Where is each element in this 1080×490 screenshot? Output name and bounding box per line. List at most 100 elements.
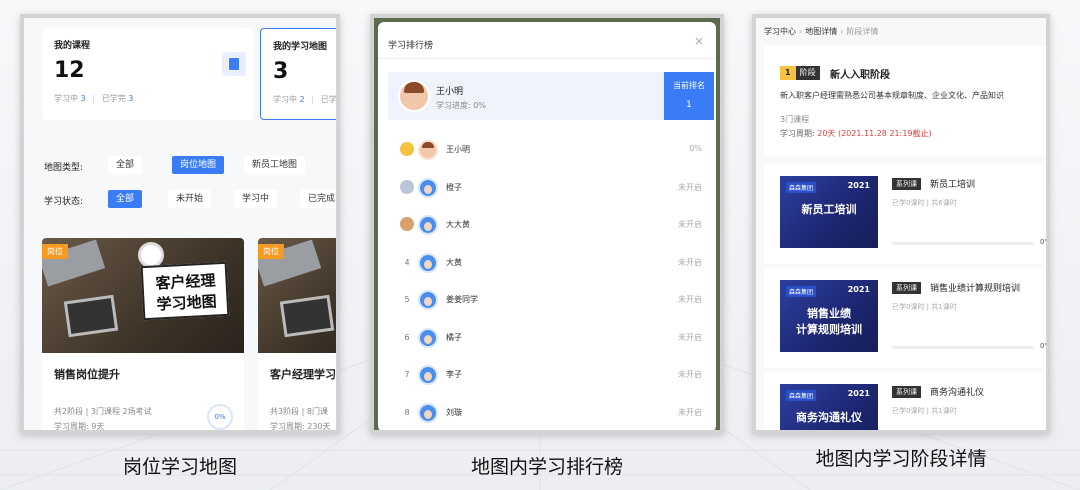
in-progress-count: 3 — [80, 94, 86, 103]
stage-info: 1 阶段 新人入职阶段 新入职客户经理需熟悉公司基本规章制度、企业文化、产品知识 … — [764, 46, 1046, 156]
rank-number: 4 — [404, 257, 410, 267]
rank-number: 8 — [404, 407, 410, 417]
book-icon — [222, 52, 246, 76]
rank-status: 未开启 — [678, 257, 702, 267]
status-all[interactable]: 全部 — [108, 190, 143, 208]
avatar — [418, 290, 438, 310]
rank-user-name: 刘璇 — [446, 407, 462, 417]
current-rank-badge: 当前排名 1 — [664, 72, 714, 120]
stage-period-label: 学习周期: — [780, 129, 818, 138]
my-maps-card[interactable]: 我的学习地图 3 学习中 2 已学 — [260, 28, 337, 120]
medal-icon — [400, 179, 414, 194]
cover-year: 2021 — [847, 389, 870, 398]
lesson-cover: 森森集团 2021 新员工培训 — [780, 176, 878, 248]
series-tag: 系列课 — [892, 386, 921, 398]
tablet-illustration — [279, 294, 335, 338]
lesson-title: 新员工培训 — [930, 180, 976, 190]
rank-user-name: 大大黄 — [446, 220, 470, 229]
done-label: 已学完 — [101, 94, 126, 103]
lesson-title: 商务沟通礼仪 — [930, 388, 985, 398]
progress-ring: 0% — [207, 404, 233, 430]
breadcrumb-learning-center[interactable]: 学习中心 — [764, 27, 796, 36]
stage-detail-panel: 学习中心 › 地图详情 › 阶段详情 1 阶段 新人入职阶段 新入职客户经理需熟悉公司基本… — [752, 14, 1050, 434]
course-card[interactable]: 岗位 客户经理学习 共3阶段 | 8门课 学习周期: 230天 — [258, 238, 336, 431]
ranking-panel: 学习排行榜 × 王小明 学习进度: 0% 当前排名 1 王小明 0% 橙子 未开启 大大… — [370, 14, 724, 434]
lesson-meta: 已学0课时 | 共6课时 — [892, 199, 957, 207]
in-progress-count: 2 — [299, 95, 305, 104]
rank-status: 未开启 — [678, 370, 702, 379]
rank-user-name: 李子 — [446, 370, 462, 379]
divider — [378, 58, 716, 59]
map-type-position[interactable]: 岗位地图 — [172, 156, 225, 174]
map-type-label: 地图类型: — [44, 163, 84, 173]
lesson-card[interactable]: 森森集团 2021 销售业绩 计算规则培训 系列课 销售业绩计算规则培训 已学0课时 | … — [764, 268, 1050, 368]
rank-status: 未开启 — [678, 220, 702, 229]
close-icon[interactable]: × — [694, 34, 704, 48]
course-cover-image: 岗位 — [258, 238, 336, 353]
my-courses-card[interactable]: 我的课程 12 学习中 3 已学完 3 — [42, 28, 254, 120]
stage-period: 学习周期: 20天 (2021.11.28 21:19截止) — [780, 128, 932, 139]
stage-description: 新入职客户经理需熟悉公司基本规章制度、企业文化、产品知识 — [780, 91, 1004, 100]
cover-brand: 森森集团 — [786, 182, 817, 193]
medal-icon — [400, 142, 414, 156]
rank-number: 7 — [404, 370, 410, 379]
rank-status: 未开启 — [678, 407, 702, 417]
done-count: 3 — [128, 94, 134, 103]
rank-user-name: 王小明 — [446, 145, 470, 154]
rank-row: 王小明 0% — [388, 132, 708, 169]
rank-status: 0% — [689, 144, 702, 153]
course-card[interactable]: 客户经理 学习地图 岗位 销售岗位提升 共2阶段 | 3门课程 2场考试 学习周… — [42, 238, 244, 430]
rank-status: 未开启 — [678, 332, 702, 342]
rank-user-name: 橙子 — [446, 182, 462, 192]
stage-name: 新人入职阶段 — [830, 70, 890, 81]
my-courses-sub: 学习中 3 已学完 3 — [54, 93, 133, 104]
stage-suffix: 阶段 — [795, 66, 820, 80]
avatar — [418, 177, 438, 198]
cover-brand: 森森集团 — [786, 390, 817, 401]
map-type-filter: 地图类型: 全部 岗位地图 新员工地图 — [44, 156, 336, 176]
my-courses-title: 我的课程 — [54, 41, 91, 51]
status-in-progress[interactable]: 学习中 — [234, 190, 278, 208]
breadcrumb-map-detail[interactable]: 地图详情 — [805, 27, 837, 36]
caption-learning-map: 岗位学习地图 — [122, 456, 237, 478]
in-progress-label: 学习中 — [54, 94, 78, 103]
course-period: 学习周期: 230天 — [270, 422, 331, 431]
series-tag: 系列课 — [892, 282, 921, 294]
rank-row: 8 刘璇 未开启 — [388, 395, 708, 431]
rank-row: 6 橘子 未开启 — [388, 320, 708, 357]
cover-brand: 森森集团 — [786, 286, 817, 297]
done-label: 已学 — [320, 95, 337, 104]
cover-title: 销售业绩 计算规则培训 — [796, 307, 862, 336]
lesson-progress-pct: 0% — [1040, 342, 1050, 350]
avatar — [418, 215, 438, 235]
lesson-cover: 森森集团 2021 商务沟通礼仪 — [780, 384, 878, 430]
rank-user-name: 橘子 — [446, 332, 462, 342]
cover-title: 新员工培训 — [801, 203, 857, 216]
rank-number: 6 — [404, 332, 410, 342]
course-cover-image: 客户经理 学习地图 岗位 — [42, 238, 244, 353]
status-not-started[interactable]: 未开始 — [168, 190, 212, 208]
lesson-card[interactable]: 森森集团 2021 新员工培训 系列课 新员工培训 已学0课时 | 共6课时 0% — [764, 164, 1046, 264]
map-type-new-employee[interactable]: 新员工地图 — [244, 156, 306, 174]
rank-row: 7 李子 未开启 — [388, 357, 708, 394]
course-title: 销售岗位提升 — [54, 368, 120, 381]
cover-board: 客户经理 学习地图 — [140, 261, 230, 321]
lesson-card[interactable]: 森森集团 2021 商务沟通礼仪 系列课 商务沟通礼仪 已学0课时 | 共1课时 — [764, 372, 1046, 430]
stage-badge: 1 阶段 — [780, 66, 820, 80]
my-rank-row: 王小明 学习进度: 0% 当前排名 1 — [388, 72, 714, 120]
avatar — [418, 327, 438, 348]
my-progress: 学习进度: 0% — [436, 101, 486, 110]
rank-status: 未开启 — [678, 182, 702, 192]
avatar — [398, 80, 430, 112]
rank-row: 4 大黄 未开启 — [388, 245, 708, 282]
map-type-all[interactable]: 全部 — [108, 156, 143, 174]
lesson-cover: 森森集团 2021 销售业绩 计算规则培训 — [780, 280, 878, 352]
lesson-title: 销售业绩计算规则培训 — [930, 284, 1021, 294]
status-label: 学习状态: — [44, 197, 84, 207]
status-completed[interactable]: 已完成 — [300, 190, 336, 208]
tablet-illustration — [63, 294, 119, 338]
series-tag: 系列课 — [892, 178, 921, 190]
stage-period-value: 20天 (2021.11.28 21:19截止) — [817, 129, 932, 138]
breadcrumb: 学习中心 › 地图详情 › 阶段详情 — [764, 26, 878, 37]
modal-title: 学习排行榜 — [388, 41, 434, 51]
